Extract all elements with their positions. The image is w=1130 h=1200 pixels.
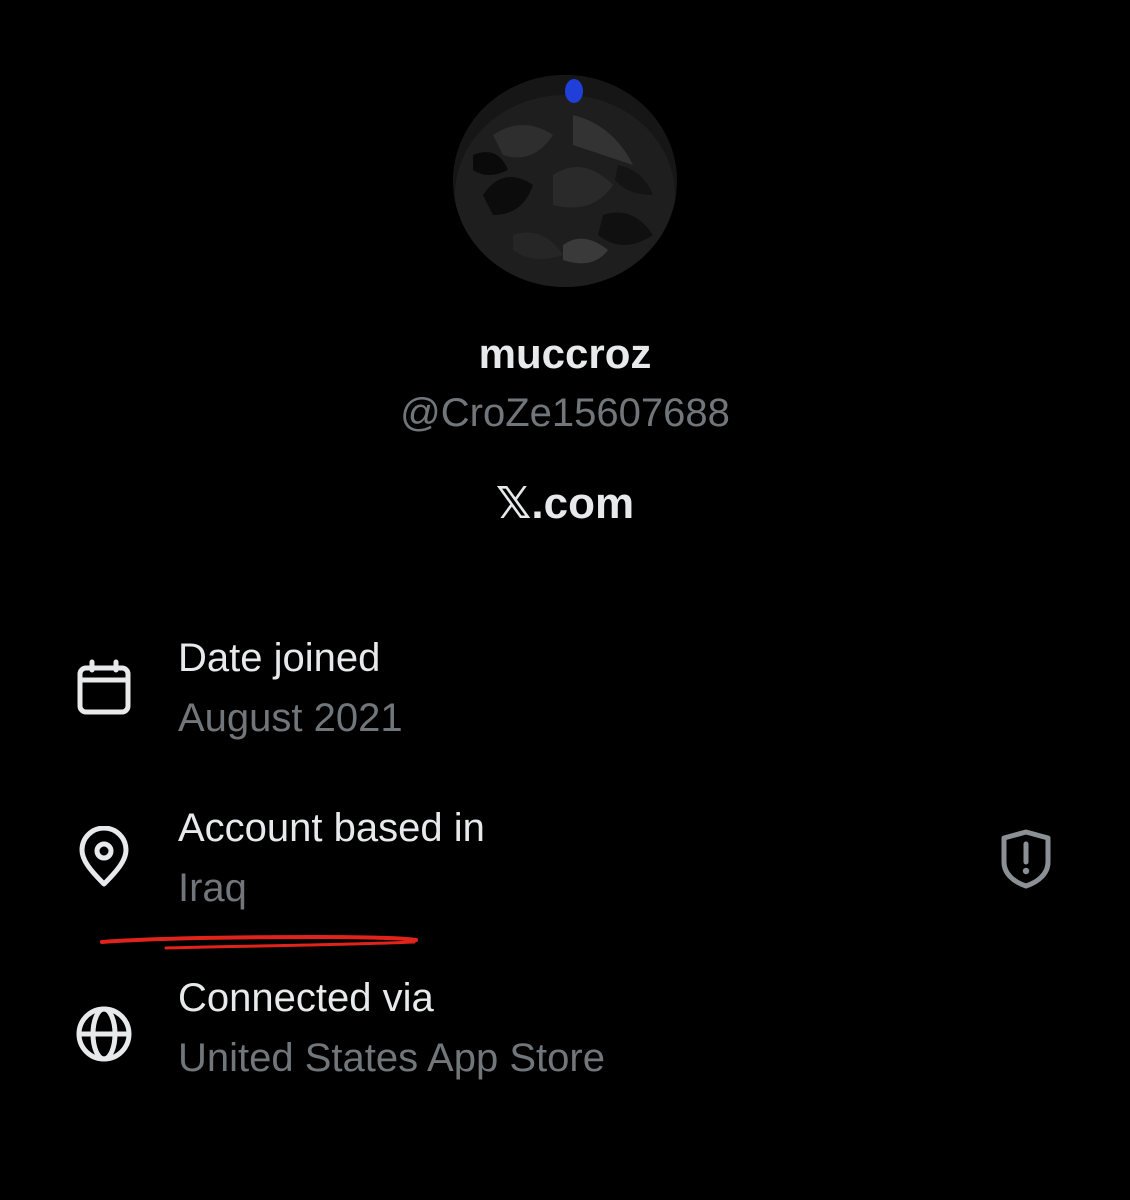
- x-logo: 𝕏.com: [0, 476, 1130, 532]
- brand-domain: .com: [531, 479, 635, 528]
- date-joined-value: August 2021: [178, 696, 403, 740]
- account-based-label: Account based in: [178, 806, 485, 850]
- globe-icon: [72, 1002, 136, 1066]
- connected-via-label: Connected via: [178, 976, 434, 1020]
- display-name: muccroz: [478, 330, 652, 377]
- avatar[interactable]: [453, 75, 677, 287]
- date-joined-label: Date joined: [178, 636, 381, 680]
- calendar-icon: [72, 656, 136, 720]
- account-based-value: Iraq: [178, 866, 247, 910]
- avatar-image: [453, 75, 677, 287]
- x-letter-glyph: 𝕏: [495, 478, 532, 529]
- connected-via-value: United States App Store: [178, 1036, 605, 1080]
- shield-exclamation-icon[interactable]: [994, 826, 1058, 890]
- location-pin-icon: [72, 825, 136, 890]
- username-handle: @CroZe15607688: [400, 391, 730, 435]
- red-underline-annotation: [96, 926, 426, 956]
